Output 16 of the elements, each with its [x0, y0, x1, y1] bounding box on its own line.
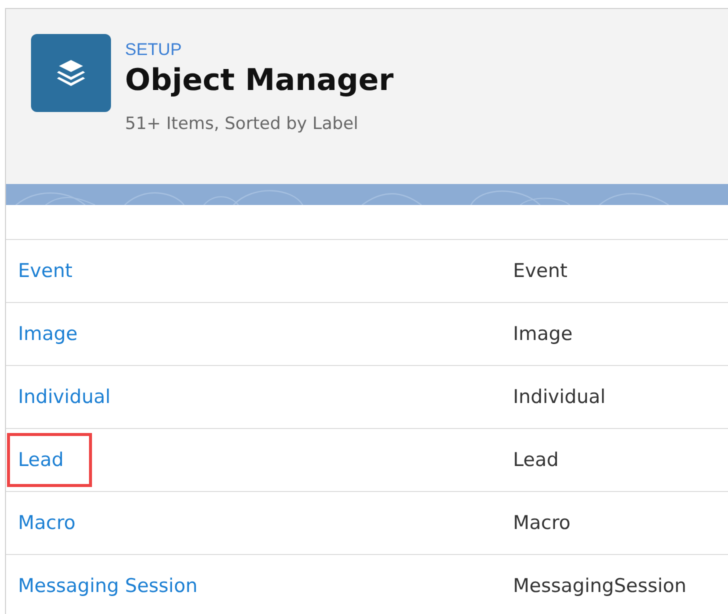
object-link[interactable]: Lead — [18, 449, 64, 471]
layers-icon — [31, 34, 111, 112]
item-count: 51+ Items, Sorted by Label — [125, 114, 360, 134]
page-title: Object Manager — [125, 62, 394, 100]
object-link[interactable]: Event — [18, 260, 72, 282]
api-name: Event — [513, 260, 568, 282]
api-name: Lead — [513, 449, 559, 471]
api-name: Individual — [513, 386, 606, 408]
object-link[interactable]: Individual — [18, 386, 111, 408]
api-name: Macro — [513, 512, 571, 534]
breadcrumb-label: SETUP — [125, 40, 183, 60]
api-name: Image — [513, 323, 573, 345]
object-link[interactable]: Messaging Session — [18, 575, 198, 597]
api-name: MessagingSession — [513, 575, 686, 597]
object-link[interactable]: Macro — [18, 512, 76, 534]
object-link[interactable]: Image — [18, 323, 78, 345]
